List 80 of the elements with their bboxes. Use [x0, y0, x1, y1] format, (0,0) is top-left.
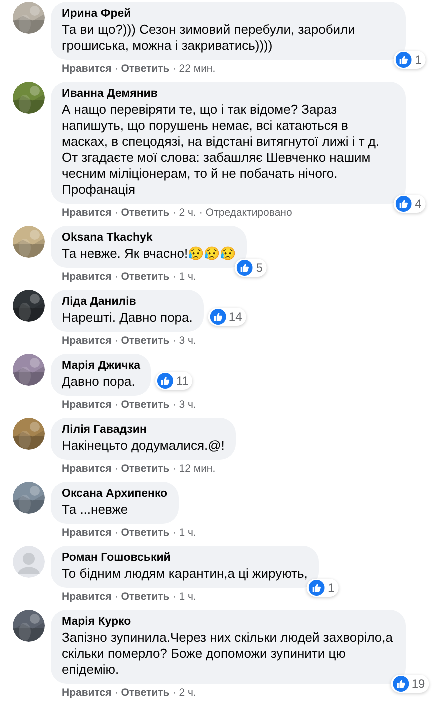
separator-dot: ·	[114, 590, 118, 604]
edited-label[interactable]: Отредактировано	[206, 206, 292, 220]
reply-link[interactable]: Ответить	[121, 398, 170, 412]
separator-dot: ·	[172, 398, 176, 412]
author-name[interactable]: Лілія Гавадзин	[62, 423, 225, 438]
comment-time[interactable]: 3 ч.	[179, 334, 196, 348]
reply-link[interactable]: Ответить	[121, 590, 170, 604]
separator-dot: ·	[172, 62, 176, 76]
like-link[interactable]: Нравится	[62, 398, 112, 412]
separator-dot: ·	[199, 206, 203, 220]
comment-text: Та невже. Як вчасно!😥😥😥	[62, 246, 236, 262]
reaction-count[interactable]: 19	[390, 675, 430, 693]
comment-time[interactable]: 12 мин.	[179, 462, 216, 476]
comment-time[interactable]: 22 мин.	[179, 62, 216, 76]
author-name[interactable]: Oksana Tkachyk	[62, 231, 236, 246]
separator-dot: ·	[172, 686, 176, 700]
separator-dot: ·	[114, 334, 118, 348]
author-name[interactable]: Роман Гошовський	[62, 551, 308, 566]
author-name[interactable]: Ирина Фрей	[62, 7, 395, 22]
like-link[interactable]: Нравится	[62, 590, 112, 604]
reaction-count[interactable]: 14	[208, 308, 246, 326]
like-link[interactable]: Нравится	[62, 526, 112, 540]
reply-link[interactable]: Ответить	[121, 334, 170, 348]
reply-link[interactable]: Ответить	[121, 62, 170, 76]
reply-link[interactable]: Ответить	[121, 270, 170, 284]
comment-text: Та ...невже	[62, 502, 130, 518]
like-link[interactable]: Нравится	[62, 62, 112, 76]
separator-dot: ·	[172, 462, 176, 476]
thumbs-up-icon	[237, 260, 254, 276]
comment-time[interactable]: 1 ч.	[179, 270, 196, 284]
author-name[interactable]: Ліда Данилів	[62, 295, 193, 310]
comment-text: Та ви що?))) Сезон зимовий перебули, заробили грошиська, можна і закриватись))))	[62, 22, 356, 54]
thumbs-up-icon	[392, 676, 409, 692]
separator-dot: ·	[172, 590, 176, 604]
reaction-count[interactable]: 1	[394, 51, 426, 69]
separator-dot: ·	[114, 62, 118, 76]
reaction-count[interactable]: 1	[307, 579, 339, 597]
separator-dot: ·	[114, 686, 118, 700]
separator-dot: ·	[172, 270, 176, 284]
reaction-count[interactable]: 11	[155, 372, 193, 390]
author-name[interactable]: Марія Курко	[62, 615, 395, 630]
comment-time[interactable]: 2 ч.	[179, 686, 196, 700]
comment-time[interactable]: 1 ч.	[179, 590, 196, 604]
reaction-count[interactable]: 5	[235, 259, 267, 277]
reply-link[interactable]: Ответить	[121, 462, 170, 476]
like-link[interactable]: Нравится	[62, 462, 112, 476]
separator-dot: ·	[172, 334, 176, 348]
separator-dot: ·	[114, 398, 118, 412]
reaction-count[interactable]: 4	[394, 195, 426, 213]
separator-dot: ·	[114, 206, 118, 220]
like-link[interactable]: Нравится	[62, 686, 112, 700]
separator-dot: ·	[172, 526, 176, 540]
like-link[interactable]: Нравится	[62, 206, 112, 220]
author-name[interactable]: Оксана Архипенко	[62, 487, 168, 502]
comment-time[interactable]: 3 ч.	[179, 398, 196, 412]
like-link[interactable]: Нравится	[62, 334, 112, 348]
avatar-silhouette-icon	[13, 546, 45, 578]
comment-text: Нарешті. Давно пора.	[62, 310, 193, 326]
author-name[interactable]: Марія Джичка	[62, 359, 140, 374]
separator-dot: ·	[114, 526, 118, 540]
reply-link[interactable]: Ответить	[121, 526, 170, 540]
thumbs-up-icon	[210, 309, 226, 325]
comment-text: Давно пора.	[62, 374, 136, 390]
comment-text: А нащо перевіряти те, що і так відоме? Зараз напишуть, що порушень немає, всі катаються в масках, в спецодязі, на відстані витягнутої лижі і т д. От згадаєте мої слова: забашляє Шевченко нашим чесним міліціонерам, то й не побачать нічого. Профанація	[62, 102, 381, 198]
comment-text: Накінецьто додумалися.@!	[62, 438, 225, 454]
thumbs-up-icon	[157, 373, 174, 389]
comment-time[interactable]: 2 ч.	[179, 206, 196, 220]
separator-dot: ·	[114, 270, 118, 284]
thumbs-up-icon	[396, 52, 412, 68]
separator-dot: ·	[114, 462, 118, 476]
reply-link[interactable]: Ответить	[121, 686, 170, 700]
comment-text: Запізно зупинила.Через них скільки людей захворіло,а скільки померло? Боже допоможи зупинити цю епідемію.	[62, 630, 394, 678]
comment-text: То бідним людям карантин,а ці жирують,	[62, 566, 308, 582]
thumbs-up-icon	[309, 580, 326, 596]
author-name[interactable]: Иванна Демянив	[62, 87, 395, 102]
reply-link[interactable]: Ответить	[121, 206, 170, 220]
like-link[interactable]: Нравится	[62, 270, 112, 284]
separator-dot: ·	[172, 206, 176, 220]
thumbs-up-icon	[396, 196, 412, 212]
comment-time[interactable]: 1 ч.	[179, 526, 196, 540]
